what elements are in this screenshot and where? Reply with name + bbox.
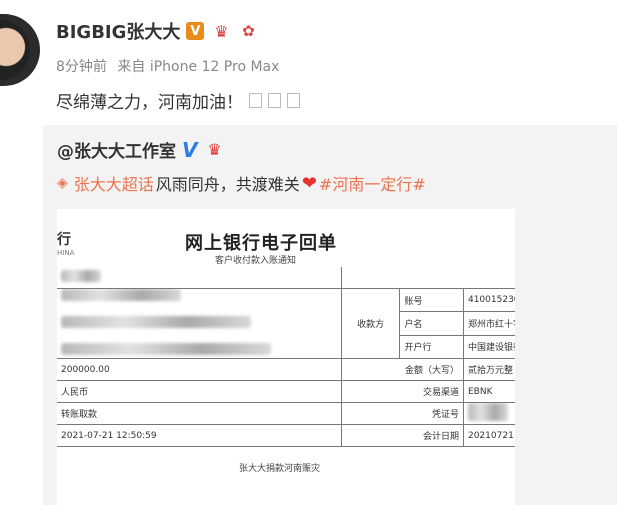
repost-card[interactable]: @张大大工作室 V ♛ ◈ 张大大超话 风雨同舟，共渡难关 ❤ #河南一定行# … bbox=[43, 125, 617, 505]
amount-label: 金额（大写） bbox=[340, 358, 464, 381]
post-text: 尽绵薄之力，河南加油！ bbox=[56, 88, 300, 113]
emoji-placeholder-icon bbox=[249, 93, 262, 108]
weibo-post: BIGBIG张大大 V ♛ ✿ 8分钟前 来自 iPhone 12 Pro Ma… bbox=[0, 0, 617, 505]
channel-value: EBNK bbox=[462, 380, 515, 403]
bank-label: 开户行 bbox=[399, 334, 464, 360]
verified-badge-icon[interactable]: V bbox=[186, 22, 205, 40]
voucher-label: 凭证号 bbox=[340, 402, 464, 425]
username[interactable]: BIGBIG张大大 bbox=[56, 18, 180, 44]
receipt-title: 网上银行电子回单 bbox=[185, 233, 337, 254]
accounting-date-value: 20210721 bbox=[462, 424, 515, 447]
post-text-body: 尽绵薄之力，河南加油！ bbox=[56, 93, 243, 113]
avatar-face bbox=[0, 20, 30, 80]
account-value: 410015230 bbox=[462, 287, 515, 313]
amount-number: 200000.00 bbox=[57, 358, 342, 381]
name-value: 郑州市红十字 bbox=[462, 311, 515, 336]
emoji-placeholder-icon bbox=[268, 93, 281, 108]
post-meta: 8分钟前 来自 iPhone 12 Pro Max bbox=[56, 56, 285, 76]
blue-verified-icon: V bbox=[182, 137, 198, 162]
accounting-date-label: 会计日期 bbox=[340, 424, 464, 447]
bank-logo-sub: HINA bbox=[57, 249, 75, 257]
payer-blurred-cell bbox=[57, 288, 342, 359]
receipt-note: 张大大捐款河南赈灾 bbox=[239, 464, 321, 474]
blur-mask bbox=[61, 316, 251, 328]
post-source[interactable]: 来自 iPhone 12 Pro Max bbox=[117, 59, 279, 75]
heart-emoji-icon: ❤ bbox=[301, 172, 317, 194]
crown-icon[interactable]: ♛ bbox=[210, 22, 232, 41]
blur-mask bbox=[467, 403, 508, 421]
transaction-type: 转账取款 bbox=[57, 402, 342, 425]
receipt-table: 收款方 账号 410015230 户名 郑州市红十字 开户行 中国建设银行 20… bbox=[57, 267, 515, 447]
blur-mask bbox=[61, 270, 101, 282]
empty-cell bbox=[340, 267, 515, 289]
hashtag-link[interactable]: #河南一定行# bbox=[319, 171, 426, 195]
name-row: BIGBIG张大大 V ♛ ✿ bbox=[56, 18, 258, 44]
voucher-value bbox=[462, 402, 515, 425]
currency: 人民币 bbox=[57, 380, 342, 403]
super-topic-icon: ◈ bbox=[57, 175, 68, 191]
bank-receipt-image[interactable]: 行 HINA 网上银行电子回单 客户收付款入账通知 收款方 账号 4100152… bbox=[57, 209, 515, 505]
account-label: 账号 bbox=[399, 287, 464, 313]
channel-label: 交易渠道 bbox=[340, 380, 464, 403]
blur-mask bbox=[61, 343, 271, 355]
transaction-datetime: 2021-07-21 12:50:59 bbox=[57, 424, 342, 447]
payee-label: 收款方 bbox=[340, 288, 401, 359]
blur-mask bbox=[61, 289, 181, 301]
amount-words: 贰拾万元整 bbox=[462, 358, 515, 381]
post-time[interactable]: 8分钟前 bbox=[56, 59, 107, 75]
receipt-subtitle: 客户收付款入账通知 bbox=[215, 256, 297, 266]
fan-badge-icon[interactable]: ✿ bbox=[238, 21, 258, 41]
emoji-placeholder-icon bbox=[287, 93, 300, 108]
repost-author-row: @张大大工作室 V ♛ bbox=[57, 137, 225, 163]
blurred-cell bbox=[57, 267, 342, 289]
repost-author[interactable]: @张大大工作室 bbox=[57, 137, 176, 162]
bank-logo-fragment: 行 bbox=[57, 232, 71, 248]
repost-text-body: 风雨同舟，共渡难关 bbox=[155, 175, 300, 194]
name-label: 户名 bbox=[399, 311, 464, 336]
repost-text: ◈ 张大大超话 风雨同舟，共渡难关 ❤ #河南一定行# bbox=[57, 171, 426, 195]
crown-icon: ♛ bbox=[207, 140, 222, 159]
super-topic-link[interactable]: 张大大超话 bbox=[74, 171, 154, 195]
bank-value: 中国建设银行 bbox=[462, 334, 515, 360]
avatar[interactable] bbox=[0, 14, 40, 86]
